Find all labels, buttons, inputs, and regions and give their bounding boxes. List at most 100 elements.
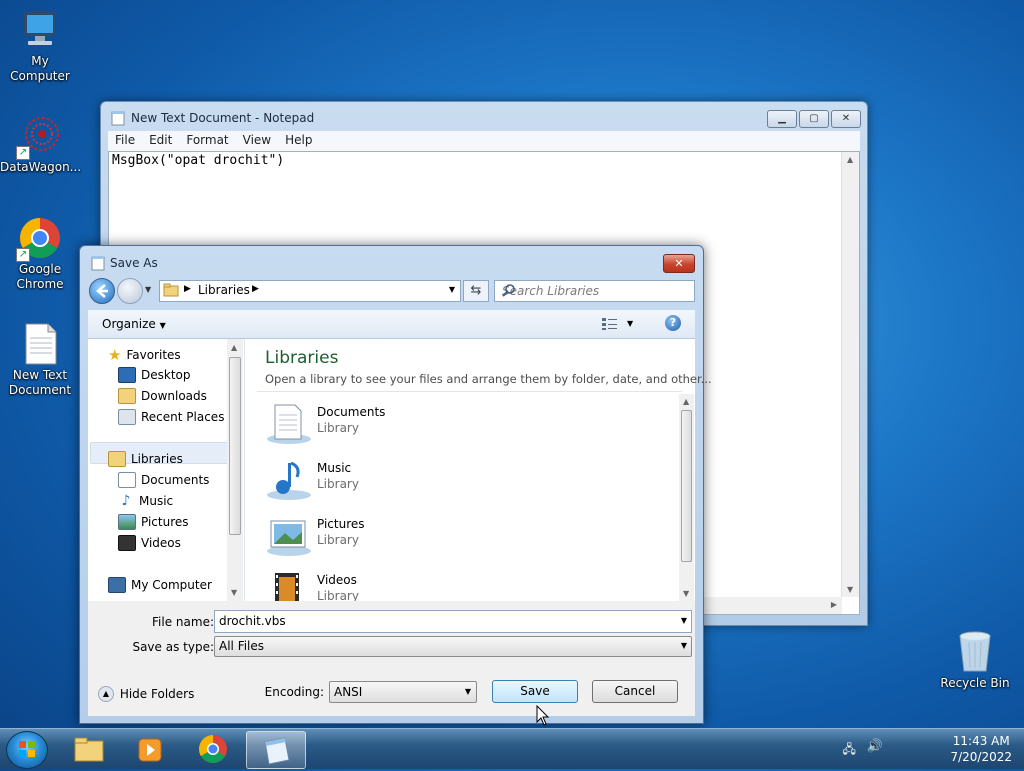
desktop-icon-label: DataWagon... xyxy=(0,160,82,174)
nav-desktop[interactable]: Desktop xyxy=(118,367,191,383)
search-input[interactable]: Search Libraries xyxy=(494,280,695,302)
nav-label: Favorites xyxy=(126,348,181,362)
view-dropdown-icon[interactable]: ▼ xyxy=(627,319,633,328)
nav-recent-places[interactable]: Recent Places xyxy=(118,409,224,425)
scroll-up-arrow-icon[interactable]: ▲ xyxy=(847,155,853,164)
nav-label: Recent Places xyxy=(141,410,225,424)
encoding-label: Encoding: xyxy=(264,685,324,699)
refresh-button[interactable]: ⇆ xyxy=(463,280,489,302)
taskbar-explorer-button[interactable] xyxy=(60,731,118,767)
notepad-menu-bar: File Edit Format View Help xyxy=(108,131,860,151)
save-dialog-icon xyxy=(91,255,105,271)
taskbar-notepad-button[interactable] xyxy=(246,731,306,769)
hide-folders-label: Hide Folders xyxy=(119,687,195,701)
library-name: Music xyxy=(317,461,352,475)
scroll-up-arrow-icon[interactable]: ▲ xyxy=(683,397,689,406)
nav-scroll-thumb[interactable] xyxy=(229,357,241,535)
notepad-vertical-scrollbar[interactable]: ▲ ▼ xyxy=(841,152,859,597)
notepad-title: New Text Document - Notepad xyxy=(131,111,315,125)
nav-favorites[interactable]: ★ Favorites xyxy=(108,346,181,364)
menu-edit[interactable]: Edit xyxy=(142,131,179,151)
nav-videos[interactable]: Videos xyxy=(118,535,181,551)
menu-view[interactable]: View xyxy=(236,131,278,151)
encoding-value: ANSI xyxy=(334,685,363,699)
save-as-type-dropdown-icon[interactable]: ▼ xyxy=(681,641,687,650)
clock-date[interactable]: 7/20/2022 xyxy=(950,749,1012,765)
content-scrollbar[interactable]: ▲ ▼ xyxy=(679,394,694,601)
forward-button[interactable] xyxy=(117,278,143,304)
library-name: Videos xyxy=(317,573,357,587)
videos-library-icon xyxy=(265,569,311,601)
content-scroll-thumb[interactable] xyxy=(681,410,692,562)
library-name: Pictures xyxy=(317,517,365,531)
minimize-button[interactable]: ▁ xyxy=(767,110,797,128)
address-dropdown-icon[interactable]: ▼ xyxy=(449,285,455,294)
library-item-pictures[interactable]: Pictures Library xyxy=(265,511,565,561)
scroll-down-arrow-icon[interactable]: ▼ xyxy=(847,585,853,594)
save-as-type-select[interactable]: All Files ▼ xyxy=(214,636,692,657)
breadcrumb-separator-icon: ▶ xyxy=(252,284,259,294)
clock-time[interactable]: 11:43 AM xyxy=(950,733,1012,749)
library-item-music[interactable]: Music Library xyxy=(265,455,565,505)
desktop-icon-label: New Text Document xyxy=(8,368,72,397)
recent-pages-chevron-icon[interactable]: ▼ xyxy=(145,285,151,294)
nav-my-computer[interactable]: My Computer xyxy=(108,577,212,593)
save-as-dialog[interactable]: Save As ✕ ▼ ▶ Libraries ▶ ▼ ⇆ Search Lib… xyxy=(79,245,712,724)
desktop-icon-recycle-bin[interactable]: Recycle Bin xyxy=(935,630,1015,691)
content-pane[interactable]: Libraries Open a library to see your fil… xyxy=(247,339,712,601)
desktop-icon-my-computer[interactable]: My Computer xyxy=(0,8,80,84)
back-button[interactable] xyxy=(89,278,115,304)
address-bar[interactable]: ▶ Libraries ▶ ▼ xyxy=(159,280,461,302)
desktop-icon-new-text-document[interactable]: New Text Document xyxy=(0,322,80,398)
hide-folders-button[interactable]: ▲ Hide Folders xyxy=(98,686,194,702)
menu-help[interactable]: Help xyxy=(278,131,319,151)
start-button[interactable] xyxy=(6,731,48,769)
nav-music[interactable]: ♪ Music xyxy=(118,493,174,509)
desktop-icon-label: Google Chrome xyxy=(16,262,64,291)
scroll-up-arrow-icon[interactable]: ▲ xyxy=(231,343,237,352)
nav-label: Desktop xyxy=(141,368,191,382)
breadcrumb-libraries[interactable]: Libraries xyxy=(198,283,250,297)
library-item-videos[interactable]: Videos Library xyxy=(265,567,565,601)
nav-label: Pictures xyxy=(141,515,189,529)
recycle-bin-icon xyxy=(953,630,997,674)
network-icon[interactable]: 🖧 xyxy=(842,741,855,757)
chrome-icon xyxy=(199,735,227,763)
scroll-down-arrow-icon[interactable]: ▼ xyxy=(683,589,689,598)
nav-libraries[interactable]: Libraries xyxy=(108,451,183,467)
help-icon[interactable]: ? xyxy=(665,315,681,331)
organize-button[interactable]: Organize ▼ xyxy=(102,317,166,331)
computer-icon xyxy=(108,577,126,593)
chevron-up-icon: ▲ xyxy=(98,686,114,702)
desktop-icon-chrome[interactable]: ↗ Google Chrome xyxy=(0,216,80,292)
scroll-down-arrow-icon[interactable]: ▼ xyxy=(231,588,237,597)
menu-file[interactable]: File xyxy=(108,131,142,151)
libraries-icon xyxy=(108,451,126,467)
file-name-dropdown-icon[interactable]: ▼ xyxy=(681,616,687,625)
navigation-pane[interactable]: ★ Favorites Desktop Downloads Recent Pla… xyxy=(88,339,245,601)
taskbar-media-player-button[interactable] xyxy=(122,731,180,767)
encoding-dropdown-icon[interactable]: ▼ xyxy=(465,687,471,696)
documents-library-icon xyxy=(265,401,311,445)
scroll-right-arrow-icon[interactable]: ▶ xyxy=(831,600,837,609)
nav-documents[interactable]: Documents xyxy=(118,472,209,488)
encoding-select[interactable]: ANSI ▼ xyxy=(329,681,477,703)
desktop-icon-datawagon[interactable]: ↗ DataWagon... xyxy=(0,114,82,175)
nav-downloads[interactable]: Downloads xyxy=(118,388,207,404)
library-item-documents[interactable]: Documents Library xyxy=(265,399,565,449)
breadcrumb-separator-icon: ▶ xyxy=(184,284,191,294)
taskbar-chrome-button[interactable] xyxy=(184,731,242,767)
file-name-input[interactable]: drochit.vbs ▼ xyxy=(214,610,692,633)
volume-icon[interactable]: 🔊 xyxy=(866,739,882,755)
nav-pictures[interactable]: Pictures xyxy=(118,514,189,530)
close-button[interactable]: ✕ xyxy=(831,110,861,128)
back-arrow-icon xyxy=(96,284,108,298)
cancel-button[interactable]: Cancel xyxy=(592,680,678,703)
menu-format[interactable]: Format xyxy=(179,131,235,151)
save-button[interactable]: Save xyxy=(492,680,578,703)
dialog-toolbar: Organize ▼ ▼ ? xyxy=(88,310,695,339)
maximize-button[interactable]: ▢ xyxy=(799,110,829,128)
view-options-icon[interactable] xyxy=(601,317,619,334)
dialog-close-button[interactable]: ✕ xyxy=(663,254,695,273)
nav-scrollbar[interactable]: ▲ ▼ xyxy=(227,339,243,601)
